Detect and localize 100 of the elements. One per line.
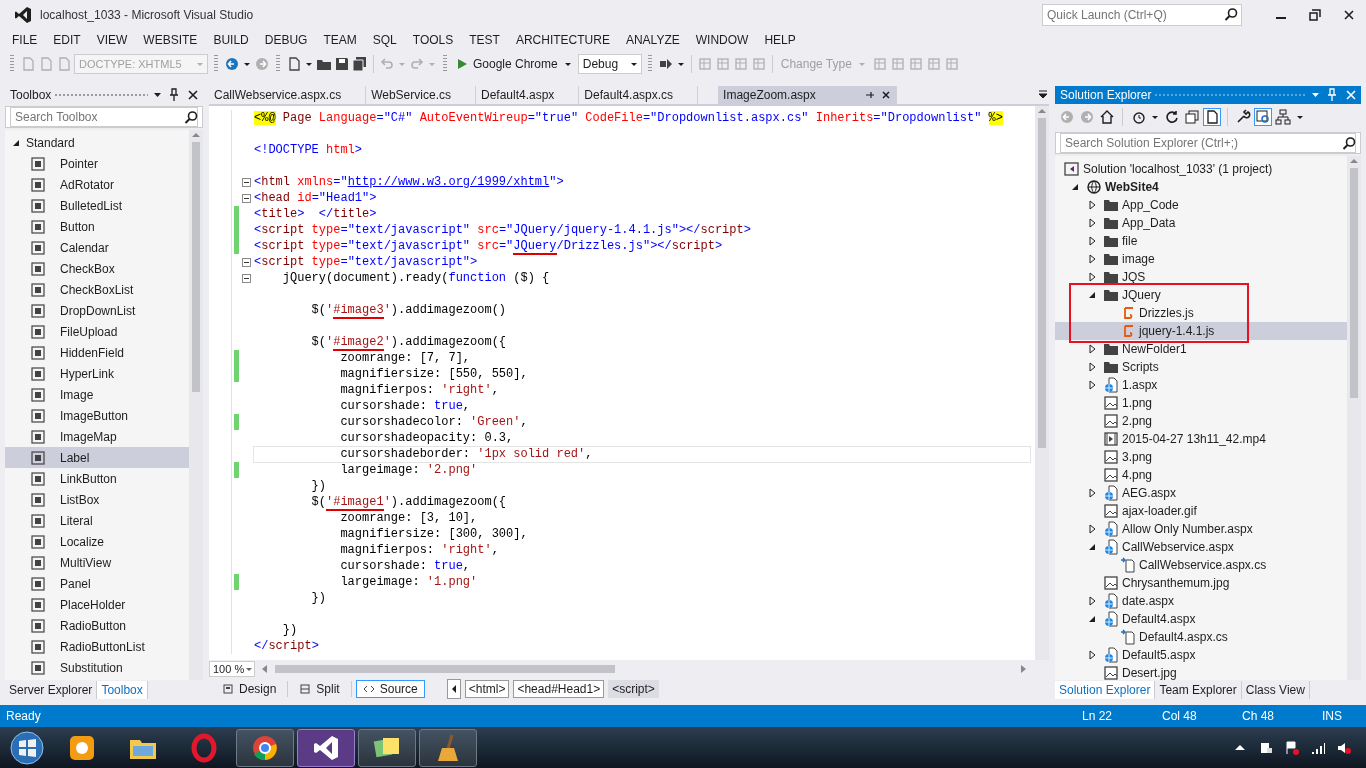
menu-item[interactable]: TOOLS	[404, 33, 462, 47]
breadcrumb[interactable]: <html>	[464, 680, 510, 698]
tree-item[interactable]: Default4.aspx.cs	[1055, 628, 1347, 646]
tree-item[interactable]: 1.aspx	[1055, 376, 1347, 394]
tree-item[interactable]: App_Data	[1055, 214, 1347, 232]
collapse-icon[interactable]	[241, 177, 251, 187]
tree-item[interactable]: App_Code	[1055, 196, 1347, 214]
taskbar-button[interactable]	[358, 728, 416, 767]
tree-item[interactable]: AEG.aspx	[1055, 484, 1347, 502]
toolbox-item[interactable]: FileUpload	[5, 321, 189, 342]
tree-item[interactable]: Solution 'localhost_1033' (1 project)	[1055, 160, 1347, 178]
view-tab[interactable]: Source	[355, 680, 425, 698]
tree-item[interactable]: image	[1055, 250, 1347, 268]
collapse-icon[interactable]	[241, 273, 251, 283]
tree-item[interactable]: Allow Only Number.aspx	[1055, 520, 1347, 538]
tree-item[interactable]: jquery-1.4.1.js	[1055, 322, 1347, 340]
save-all-icon[interactable]	[352, 56, 368, 72]
menu-item[interactable]: WEBSITE	[135, 33, 206, 47]
tree-item[interactable]: CallWebservice.aspx	[1055, 538, 1347, 556]
collapsed-arrow-icon[interactable]	[1087, 488, 1097, 498]
toolbox-item[interactable]: Calendar	[5, 237, 189, 258]
history-icon[interactable]	[1130, 109, 1146, 125]
scrollbar[interactable]	[1035, 106, 1049, 660]
document-tab[interactable]: ImageZoom.aspx	[718, 86, 897, 104]
scroll-left-icon[interactable]	[261, 664, 269, 674]
home-icon[interactable]	[1099, 109, 1115, 125]
run-button[interactable]: Google Chrome	[453, 54, 576, 74]
preview-icon[interactable]	[1255, 109, 1271, 125]
left-arrow-icon[interactable]	[450, 684, 457, 694]
menu-item[interactable]: HELP	[756, 33, 804, 47]
toolbox-item[interactable]: ImageMap	[5, 426, 189, 447]
tree-item[interactable]: Default5.aspx	[1055, 646, 1347, 664]
toolbox-item[interactable]: ImageButton	[5, 405, 189, 426]
menu-item[interactable]: DEBUG	[256, 33, 316, 47]
view-tab[interactable]: Split	[292, 680, 347, 698]
document-tab[interactable]: Default4.aspx.cs	[579, 86, 699, 104]
toolbox-item[interactable]: Image	[5, 384, 189, 405]
collapsed-arrow-icon[interactable]	[1087, 380, 1097, 390]
collapse-icon[interactable]	[241, 193, 251, 203]
toolbox-item[interactable]: Pointer	[5, 153, 189, 174]
toolbox-item[interactable]: ListBox	[5, 489, 189, 510]
tree-item[interactable]: WebSite4	[1055, 178, 1347, 196]
expanded-arrow-icon[interactable]	[1087, 542, 1097, 552]
save-icon[interactable]	[334, 56, 350, 72]
collapsed-arrow-icon[interactable]	[1087, 254, 1097, 264]
breadcrumb[interactable]: <script>	[608, 680, 659, 698]
tree-item[interactable]: 1.png	[1055, 394, 1347, 412]
tree-item[interactable]: JQuery	[1055, 286, 1347, 304]
toolbox-item[interactable]: RadioButton	[5, 615, 189, 636]
tree-item[interactable]: 3.png	[1055, 448, 1347, 466]
quick-launch-field[interactable]: Quick Launch (Ctrl+Q)	[1042, 4, 1242, 26]
window-tab[interactable]: Toolbox	[97, 681, 148, 699]
tree-item[interactable]: NewFolder1	[1055, 340, 1347, 358]
view-tab[interactable]: Design	[215, 680, 284, 698]
tree-item[interactable]: Desert.jpg	[1055, 664, 1347, 680]
collapsed-arrow-icon[interactable]	[1087, 596, 1097, 606]
tree-item[interactable]: 2.png	[1055, 412, 1347, 430]
toolbox-item[interactable]: CheckBox	[5, 258, 189, 279]
toolbox-item[interactable]: BulletedList	[5, 195, 189, 216]
tree-item[interactable]: JQS	[1055, 268, 1347, 286]
window-tab[interactable]: Class View	[1241, 681, 1310, 699]
toolbox-item[interactable]: HyperLink	[5, 363, 189, 384]
toolbox-group-header[interactable]: Standard	[5, 132, 189, 153]
collapsed-arrow-icon[interactable]	[1087, 650, 1097, 660]
scrollbar[interactable]	[189, 130, 203, 680]
toolbox-item[interactable]: AdRotator	[5, 174, 189, 195]
scroll-right-icon[interactable]	[1019, 664, 1027, 674]
tab-list-icon[interactable]	[1037, 89, 1049, 101]
tree-item[interactable]: 4.png	[1055, 466, 1347, 484]
collapsed-arrow-icon[interactable]	[1087, 236, 1097, 246]
search-field[interactable]: Search Solution Explorer (Ctrl+;)	[1060, 133, 1356, 153]
toolbox-item[interactable]: LinkButton	[5, 468, 189, 489]
scroll-up-icon[interactable]	[1349, 156, 1359, 166]
collapsed-arrow-icon[interactable]	[1087, 200, 1097, 210]
tree-item[interactable]: file	[1055, 232, 1347, 250]
toolbox-item[interactable]: HiddenField	[5, 342, 189, 363]
collapse-icon[interactable]	[241, 257, 251, 267]
refresh-icon[interactable]	[1164, 109, 1180, 125]
menu-item[interactable]: TEST	[461, 33, 508, 47]
document-tab[interactable]: Default4.aspx	[475, 86, 580, 104]
tree-item[interactable]: 2015-04-27 13h11_42.mp4	[1055, 430, 1347, 448]
tree-item[interactable]: CallWebservice.aspx.cs	[1055, 556, 1347, 574]
toolbox-item[interactable]: MultiView	[5, 552, 189, 573]
menu-item[interactable]: EDIT	[45, 33, 89, 47]
document-tab[interactable]: WebService.cs	[366, 86, 476, 104]
start-button-icon[interactable]	[9, 729, 45, 766]
tree-item[interactable]: ajax-loader.gif	[1055, 502, 1347, 520]
dropdown[interactable]: Debug	[577, 54, 642, 74]
expanded-arrow-icon[interactable]	[1087, 290, 1097, 300]
menu-item[interactable]: VIEW	[88, 33, 136, 47]
toolbox-item[interactable]: Localize	[5, 531, 189, 552]
window-tab[interactable]: Solution Explorer	[1055, 681, 1156, 699]
breadcrumb[interactable]: <head#Head1>	[513, 680, 605, 698]
menu-item[interactable]: WINDOW	[687, 33, 757, 47]
menu-item[interactable]: FILE	[4, 33, 46, 47]
menu-item[interactable]: TEAM	[315, 33, 365, 47]
show-all-files-icon[interactable]	[1204, 109, 1220, 125]
expanded-arrow-icon[interactable]	[1070, 182, 1080, 192]
toolbox-item[interactable]: Label	[5, 447, 189, 468]
toolbox-item[interactable]: PlaceHolder	[5, 594, 189, 615]
